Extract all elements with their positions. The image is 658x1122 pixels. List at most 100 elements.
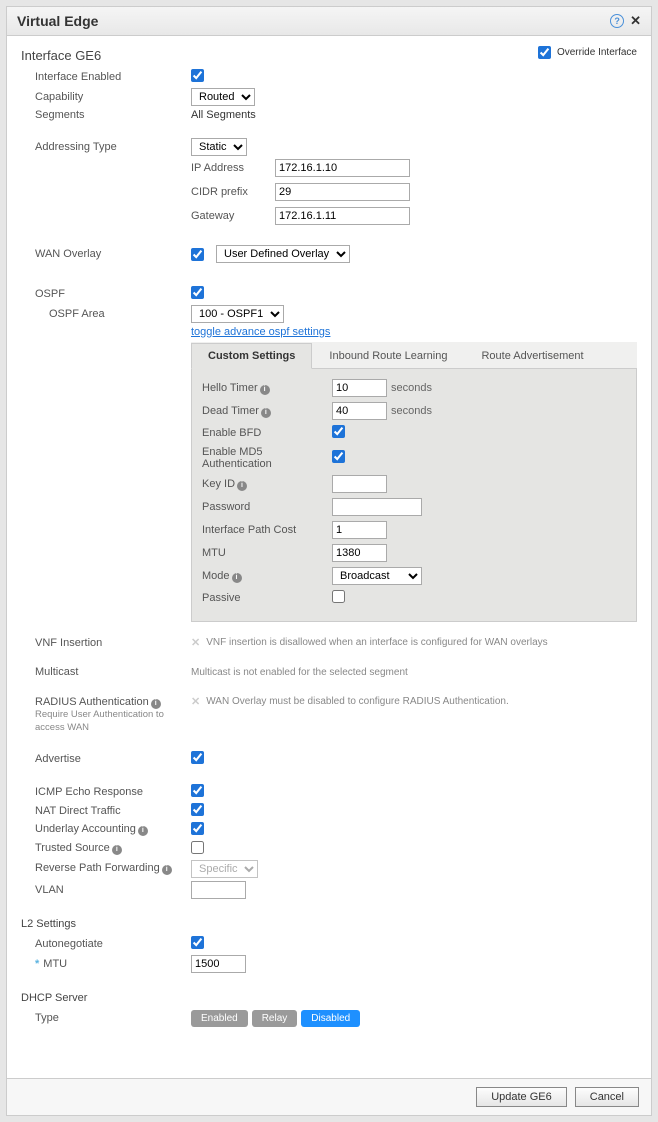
- dialog-title: Virtual Edge: [17, 13, 98, 29]
- enable-bfd-checkbox[interactable]: [332, 425, 345, 438]
- override-checkbox[interactable]: [538, 46, 551, 59]
- ospf-checkbox[interactable]: [191, 286, 204, 299]
- passive-label: Passive: [202, 592, 332, 604]
- vnf-label: VNF Insertion: [21, 637, 191, 649]
- icmp-label: ICMP Echo Response: [21, 786, 191, 798]
- dead-timer-label: Dead Timer: [202, 405, 259, 417]
- tab-route-adv[interactable]: Route Advertisement: [464, 343, 600, 369]
- password-label: Password: [202, 501, 332, 513]
- x-icon: ✕: [191, 695, 200, 708]
- passive-checkbox[interactable]: [332, 590, 345, 603]
- interface-enabled-label: Interface Enabled: [21, 71, 191, 83]
- keyid-input[interactable]: [332, 475, 387, 493]
- nat-checkbox[interactable]: [191, 803, 204, 816]
- gateway-input[interactable]: [275, 207, 410, 225]
- gateway-label: Gateway: [191, 210, 271, 222]
- path-cost-input[interactable]: [332, 521, 387, 539]
- vlan-label: VLAN: [21, 884, 191, 896]
- interface-enabled-checkbox[interactable]: [191, 69, 204, 82]
- info-icon[interactable]: i: [232, 573, 242, 583]
- ospf-mtu-label: MTU: [202, 547, 332, 559]
- ospf-mtu-input[interactable]: [332, 544, 387, 562]
- mtu-input[interactable]: [191, 955, 246, 973]
- segments-label: Segments: [21, 109, 191, 121]
- cancel-button[interactable]: Cancel: [575, 1087, 639, 1107]
- vnf-msg: ✕VNF insertion is disallowed when an int…: [191, 636, 637, 649]
- l2-header: L2 Settings: [21, 918, 637, 930]
- dhcp-enabled-button[interactable]: Enabled: [191, 1010, 248, 1027]
- help-icon[interactable]: ?: [610, 14, 624, 28]
- info-icon[interactable]: i: [138, 826, 148, 836]
- tab-custom-settings[interactable]: Custom Settings: [191, 343, 312, 369]
- underlay-checkbox[interactable]: [191, 822, 204, 835]
- dhcp-disabled-button[interactable]: Disabled: [301, 1010, 360, 1027]
- info-icon[interactable]: i: [237, 481, 247, 491]
- rpf-label: Reverse Path Forwarding: [35, 862, 160, 874]
- dhcp-relay-button[interactable]: Relay: [252, 1010, 298, 1027]
- override-interface: Override Interface: [538, 46, 637, 59]
- footer: Update GE6 Cancel: [7, 1078, 651, 1115]
- cidr-label: CIDR prefix: [191, 186, 271, 198]
- content: Override Interface Interface GE6 Interfa…: [7, 36, 651, 1078]
- override-label: Override Interface: [557, 47, 637, 58]
- ospf-panel: Hello Timeri seconds Dead Timeri seconds…: [191, 369, 637, 622]
- dhcp-header: DHCP Server: [21, 992, 637, 1004]
- rpf-select: Specific: [191, 860, 258, 878]
- path-cost-label: Interface Path Cost: [202, 524, 332, 536]
- ip-address-label: IP Address: [191, 162, 271, 174]
- nat-label: NAT Direct Traffic: [21, 805, 191, 817]
- segments-value: All Segments: [191, 109, 256, 121]
- cidr-input[interactable]: [275, 183, 410, 201]
- advertise-checkbox[interactable]: [191, 751, 204, 764]
- hello-timer-label: Hello Timer: [202, 382, 258, 394]
- info-icon[interactable]: i: [151, 699, 161, 709]
- tab-inbound[interactable]: Inbound Route Learning: [312, 343, 464, 369]
- hello-timer-input[interactable]: [332, 379, 387, 397]
- radius-msg: ✕WAN Overlay must be disabled to configu…: [191, 695, 637, 708]
- keyid-label: Key ID: [202, 478, 235, 490]
- addressing-type-label: Addressing Type: [21, 141, 191, 153]
- dead-timer-input[interactable]: [332, 402, 387, 420]
- mode-select[interactable]: Broadcast: [332, 567, 422, 585]
- asterisk-icon: *: [35, 958, 39, 970]
- ospf-tabs: Custom Settings Inbound Route Learning R…: [191, 342, 637, 369]
- underlay-label: Underlay Accounting: [35, 823, 136, 835]
- update-button[interactable]: Update GE6: [476, 1087, 567, 1107]
- x-icon: ✕: [191, 636, 200, 649]
- mode-label: Mode: [202, 570, 230, 582]
- close-icon[interactable]: ✕: [630, 13, 641, 29]
- title-bar: Virtual Edge ? ✕: [7, 7, 651, 36]
- addressing-type-select[interactable]: Static: [191, 138, 247, 156]
- ip-address-input[interactable]: [275, 159, 410, 177]
- radius-note: Require User Authentication to access WA…: [35, 709, 191, 734]
- enable-md5-label: Enable MD5 Authentication: [202, 446, 332, 470]
- info-icon[interactable]: i: [112, 845, 122, 855]
- enable-bfd-label: Enable BFD: [202, 427, 332, 439]
- autoneg-label: Autonegotiate: [21, 938, 191, 950]
- dhcp-type-label: Type: [21, 1012, 191, 1024]
- advertise-label: Advertise: [21, 753, 191, 765]
- wan-overlay-select[interactable]: User Defined Overlay: [216, 245, 350, 263]
- capability-select[interactable]: Routed: [191, 88, 255, 106]
- enable-md5-checkbox[interactable]: [332, 450, 345, 463]
- wan-overlay-label: WAN Overlay: [21, 248, 191, 260]
- info-icon[interactable]: i: [260, 385, 270, 395]
- ospf-area-label: OSPF Area: [21, 308, 191, 320]
- toggle-ospf-link[interactable]: toggle advance ospf settings: [191, 326, 330, 338]
- vlan-input[interactable]: [191, 881, 246, 899]
- ospf-label: OSPF: [21, 288, 191, 300]
- ospf-area-select[interactable]: 100 - OSPF1: [191, 305, 284, 323]
- trusted-checkbox[interactable]: [191, 841, 204, 854]
- multicast-label: Multicast: [21, 666, 191, 678]
- radius-label: RADIUS Authentication: [35, 696, 149, 708]
- dialog: Virtual Edge ? ✕ Override Interface Inte…: [6, 6, 652, 1116]
- icmp-checkbox[interactable]: [191, 784, 204, 797]
- capability-label: Capability: [21, 91, 191, 103]
- multicast-msg: Multicast is not enabled for the selecte…: [191, 667, 637, 678]
- trusted-label: Trusted Source: [35, 842, 110, 854]
- wan-overlay-checkbox[interactable]: [191, 248, 204, 261]
- info-icon[interactable]: i: [261, 408, 271, 418]
- password-input[interactable]: [332, 498, 422, 516]
- info-icon[interactable]: i: [162, 865, 172, 875]
- autoneg-checkbox[interactable]: [191, 936, 204, 949]
